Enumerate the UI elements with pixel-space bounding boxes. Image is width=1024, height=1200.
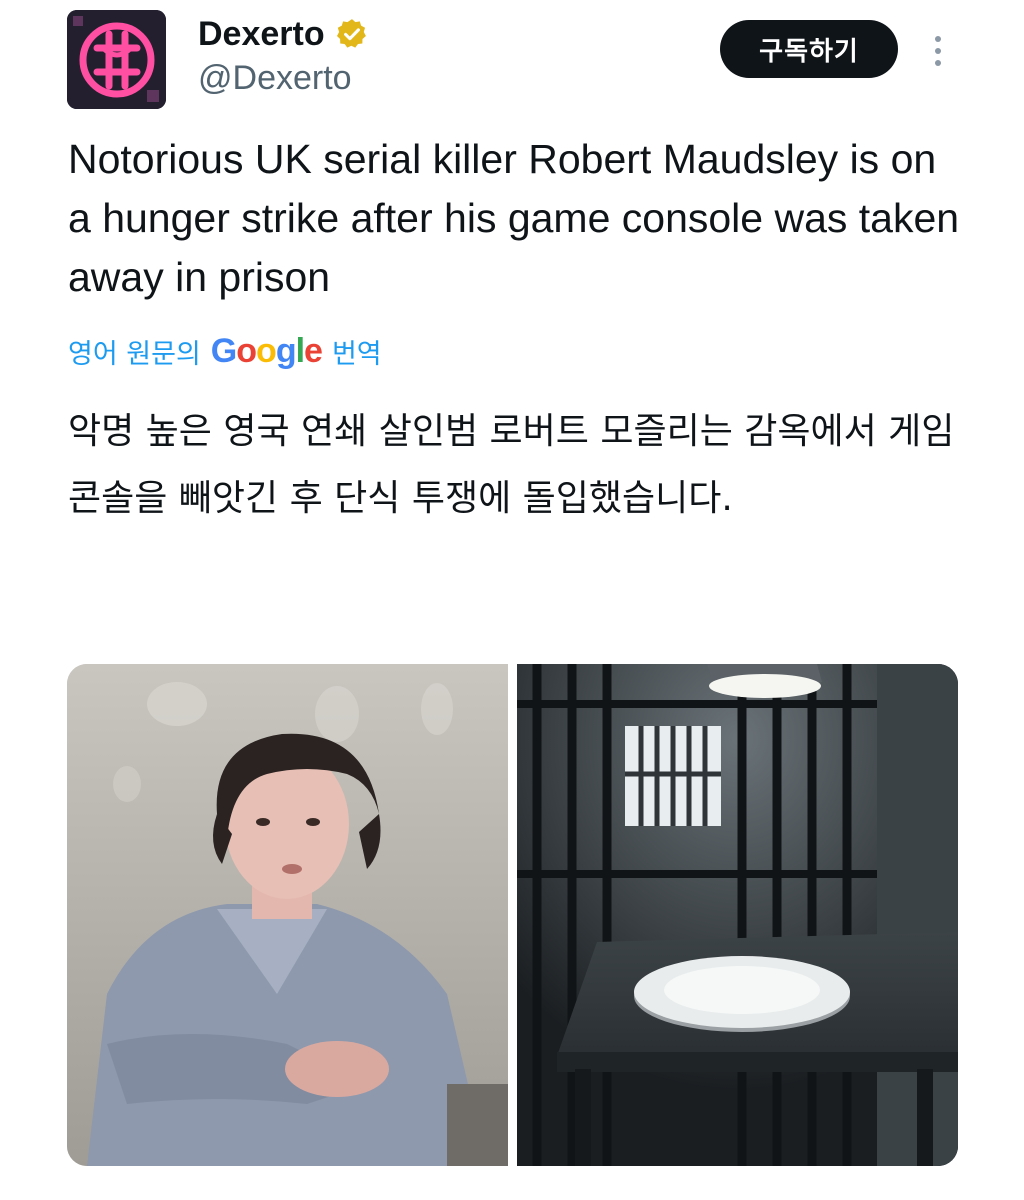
- translate-suffix: 번역: [331, 338, 382, 370]
- subscribe-button[interactable]: 구독하기: [720, 20, 898, 78]
- author-name[interactable]: Dexerto: [198, 14, 325, 54]
- media-photo-left[interactable]: [67, 664, 508, 1166]
- google-logo: Google: [210, 331, 323, 370]
- verified-badge-icon: [336, 19, 366, 48]
- translated-text: 악명 높은 영국 연쇄 살인범 로버트 모즐리는 감옥에서 게임 콘솔을 빼앗긴…: [68, 411, 955, 519]
- translate-prefix: 영어 원문의: [68, 338, 201, 370]
- author-name-row[interactable]: Dexerto: [198, 14, 369, 54]
- author-handle[interactable]: @Dexerto: [198, 58, 352, 98]
- translate-link[interactable]: 영어 원문의 Google 번역: [68, 328, 382, 374]
- prison-cell-empty-plate-photo: [517, 664, 958, 1166]
- more-vertical-icon[interactable]: [928, 34, 948, 68]
- dexerto-logo-icon: [67, 10, 166, 109]
- media-photo-right[interactable]: [517, 664, 958, 1166]
- avatar[interactable]: [67, 10, 166, 109]
- man-portrait-photo: [67, 664, 508, 1166]
- media-grid: [67, 664, 958, 1166]
- tweet-text: Notorious UK serial killer Robert Maudsl…: [68, 136, 960, 300]
